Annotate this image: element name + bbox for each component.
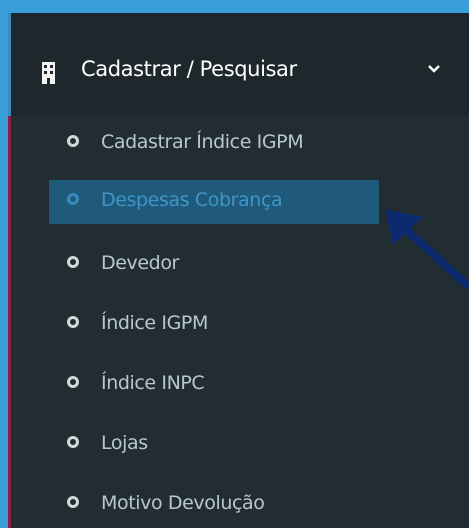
menu-item-despesas-cobranca[interactable]: Despesas Cobrança (49, 180, 379, 224)
menu-item-indice-igpm[interactable]: Índice IGPM (49, 303, 379, 347)
menu-header-label: Cadastrar / Pesquisar (81, 57, 297, 81)
circle-outline-icon (67, 436, 79, 448)
menu-item-label: Cadastrar Índice IGPM (101, 131, 304, 153)
menu-item-label: Motivo Devolução (101, 492, 265, 514)
chevron-down-icon[interactable] (427, 64, 441, 74)
menu-item-motivo-devolucao[interactable]: Motivo Devolução (49, 483, 379, 527)
menu-item-label: Despesas Cobrança (101, 189, 283, 211)
annotation-arrow-icon (385, 209, 469, 289)
menu-item-label: Lojas (101, 432, 148, 454)
circle-outline-icon (67, 135, 79, 147)
circle-outline-icon (67, 376, 79, 388)
circle-outline-icon (67, 193, 79, 205)
circle-outline-icon (67, 256, 79, 268)
menu-item-lojas[interactable]: Lojas (49, 423, 379, 467)
menu-item-cadastrar-indice-igpm[interactable]: Cadastrar Índice IGPM (49, 122, 379, 166)
menu-header-cadastrar-pesquisar[interactable]: Cadastrar / Pesquisar (8, 13, 469, 116)
building-icon (42, 62, 55, 84)
circle-outline-icon (67, 496, 79, 508)
menu-item-label: Índice INPC (101, 372, 205, 394)
circle-outline-icon (67, 316, 79, 328)
menu-item-indice-inpc[interactable]: Índice INPC (49, 363, 379, 407)
menu-item-devedor[interactable]: Devedor (49, 243, 379, 287)
menu-item-label: Devedor (101, 252, 179, 274)
menu-item-label: Índice IGPM (101, 312, 208, 334)
